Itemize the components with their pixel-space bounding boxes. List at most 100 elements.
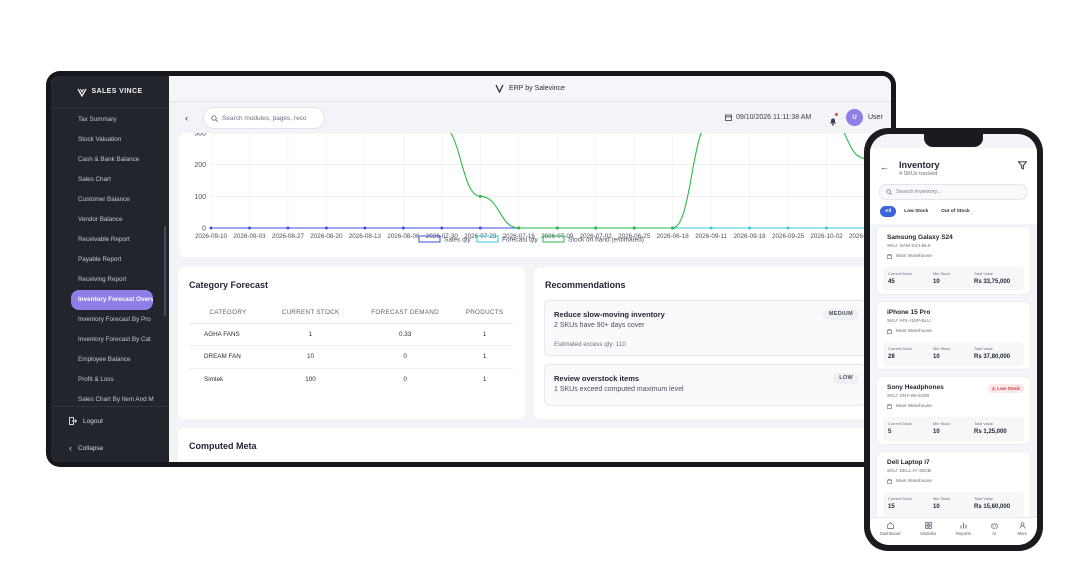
data-point — [555, 226, 559, 230]
back-button[interactable]: ‹ — [185, 113, 188, 123]
search-input[interactable]: Search modules, pages, reco — [203, 107, 325, 129]
table-cell-current-stock: 10 — [266, 345, 355, 369]
notifications-button[interactable] — [829, 113, 838, 131]
computed-meta-card: Computed Meta — [178, 428, 878, 462]
recommendation-title: Review overstock items — [554, 374, 640, 383]
sidebar-item[interactable]: Vendor Balance — [51, 210, 169, 230]
inventory-item-card[interactable]: iPhone 15 Pro SKU: APL-I15P-BLU Main Wareh… — [876, 301, 1031, 370]
x-tick-label: 2026-09-11 — [695, 233, 727, 240]
stat-label: Current Stock — [888, 346, 912, 351]
sidebar-item[interactable]: Receiving Report — [51, 270, 169, 290]
product-sku: SKU: SAM-S24-BLK — [887, 244, 931, 249]
x-tick-label: 2026-08-20 — [310, 233, 343, 240]
legend-label: Sales qty — [444, 237, 471, 244]
data-point — [286, 226, 290, 230]
filter-chip[interactable]: Low Stock — [899, 206, 933, 217]
nav-label: More — [1017, 531, 1028, 536]
nav-label: AI — [992, 531, 997, 536]
product-sku: SKU: DELL-I7-16GB — [887, 469, 931, 474]
grid-icon — [924, 522, 932, 529]
x-tick-label: 2026-09-25 — [772, 233, 805, 240]
inventory-item-card[interactable]: Dell Laptop i7 SKU: DELL-I7-16GB Main Ware… — [876, 451, 1031, 520]
sidebar-item[interactable]: Employee Balance — [51, 350, 169, 370]
calendar-icon — [725, 114, 732, 121]
x-tick-label: 2026-09-03 — [233, 233, 266, 240]
y-tick-label: 200 — [194, 162, 206, 169]
current-stock-stat: Current Stock 5 — [888, 421, 912, 435]
stat-value: Rs 33,75,000 — [974, 279, 1011, 285]
filter-chip[interactable]: Out of Stock — [936, 206, 975, 217]
brand-name: SALES VINCE — [91, 88, 143, 95]
table-cell-current-stock: 1 — [266, 323, 355, 346]
sidebar-item[interactable]: Sales Chart — [51, 170, 169, 190]
user-name[interactable]: User — [868, 114, 883, 121]
warehouse-name: Main Warehouse — [896, 404, 933, 409]
x-tick-label: 2026-08-13 — [349, 233, 382, 240]
collapse-label: Collapse — [78, 444, 104, 452]
sidebar-item[interactable]: Inventory Forecast By Pro — [51, 310, 169, 330]
recommendations-title: Recommendations — [545, 280, 626, 290]
desktop-device-frame: SALES VINCE Tax Summary Stock Valuation Ca… — [46, 71, 896, 467]
sidebar-item[interactable]: Receivable Report — [51, 230, 169, 250]
data-point — [209, 226, 213, 230]
logout-button[interactable]: Logout — [69, 417, 103, 425]
recommendation-item[interactable]: Reduce slow-moving inventory 2 SKUs have… — [544, 300, 866, 356]
nav-button[interactable]: AI — [991, 522, 998, 545]
recommendation-item[interactable]: Review overstock items 1 SKUs exceed com… — [544, 364, 866, 406]
app-title: ERP by Salevince — [509, 85, 565, 92]
inventory-item-card[interactable]: Sony Headphones SKU: SNY-WH1000 Main Wareh… — [876, 376, 1031, 445]
y-tick-label: 0 — [202, 226, 206, 233]
category-forecast-card: Category Forecast CATEGORY CURRENT STOCK F… — [178, 267, 525, 419]
avatar[interactable]: U — [846, 109, 863, 126]
search-icon — [886, 189, 892, 195]
product-name: Dell Laptop i7 — [887, 459, 930, 466]
data-point — [632, 226, 636, 230]
x-tick-label: 2026-08-06 — [387, 233, 420, 240]
inventory-item-card[interactable]: Samsung Galaxy S24 SKU: SAM-S24-BLK Main W… — [876, 226, 1031, 295]
warehouse-label: Main Warehouse — [887, 254, 932, 259]
stat-label: Total Value — [974, 496, 993, 501]
filter-chip[interactable]: All — [880, 206, 897, 217]
legend-label: Forecast qty — [502, 237, 539, 244]
sidebar-menu: Tax Summary Stock Valuation Cash & Bank Ba… — [51, 110, 169, 410]
sidebar-item[interactable]: Inventory Forecast Overv — [71, 290, 153, 310]
nav-button[interactable]: Reports — [956, 522, 971, 545]
table-row: AGHA FANS 1 0.33 1 — [189, 323, 513, 346]
search-icon — [211, 114, 218, 122]
sidebar-item[interactable]: Payable Report — [51, 250, 169, 270]
y-tick-label: 100 — [194, 194, 206, 201]
sidebar-item[interactable]: Profit & Loss — [51, 370, 169, 390]
nav-button[interactable]: Dashboard — [880, 522, 900, 545]
stat-value: 10 — [933, 354, 940, 360]
stat-label: Total Value — [974, 346, 993, 351]
filter-icon[interactable] — [1018, 161, 1027, 170]
sidebar-item[interactable]: Sales Chart By Item And M — [51, 390, 169, 410]
mobile-search-input[interactable]: Search inventory... — [879, 184, 1027, 200]
current-stock-stat: Current Stock 28 — [888, 346, 912, 360]
sidebar: SALES VINCE Tax Summary Stock Valuation Ca… — [51, 76, 169, 462]
x-tick-label: 2026-06-18 — [657, 233, 690, 240]
sidebar-item[interactable]: Tax Summary — [51, 110, 169, 130]
data-point — [401, 226, 405, 230]
min-stock-stat: Min Stock 10 — [933, 271, 950, 285]
nav-button[interactable]: Modules — [920, 522, 936, 545]
back-arrow-icon[interactable]: ← — [880, 162, 889, 172]
data-point — [478, 226, 482, 230]
brand-logo: SALES VINCE — [51, 76, 169, 108]
nav-button[interactable]: More — [1017, 522, 1028, 545]
total-value-stat: Total Value Rs 33,75,000 — [974, 271, 1010, 285]
data-point — [786, 226, 790, 230]
sidebar-item[interactable]: Cash & Bank Balance — [51, 150, 169, 170]
sidebar-item[interactable]: Stock Valuation — [51, 130, 169, 150]
sidebar-item[interactable]: Inventory Forecast By Cat — [51, 330, 169, 350]
sidebar-item[interactable]: Customer Balance — [51, 190, 169, 210]
chevron-left-icon: ‹ — [69, 443, 72, 453]
collapse-button[interactable]: ‹ Collapse — [69, 443, 103, 453]
warehouse-name: Main Warehouse — [896, 479, 933, 484]
stat-label: Current Stock — [888, 271, 912, 276]
sidebar-scrollbar[interactable] — [164, 226, 166, 316]
logo-icon — [77, 88, 88, 97]
stat-label: Min Stock — [933, 421, 951, 426]
stat-value: Rs 15,60,000 — [974, 504, 1011, 510]
stat-label: Total Value — [974, 421, 993, 426]
